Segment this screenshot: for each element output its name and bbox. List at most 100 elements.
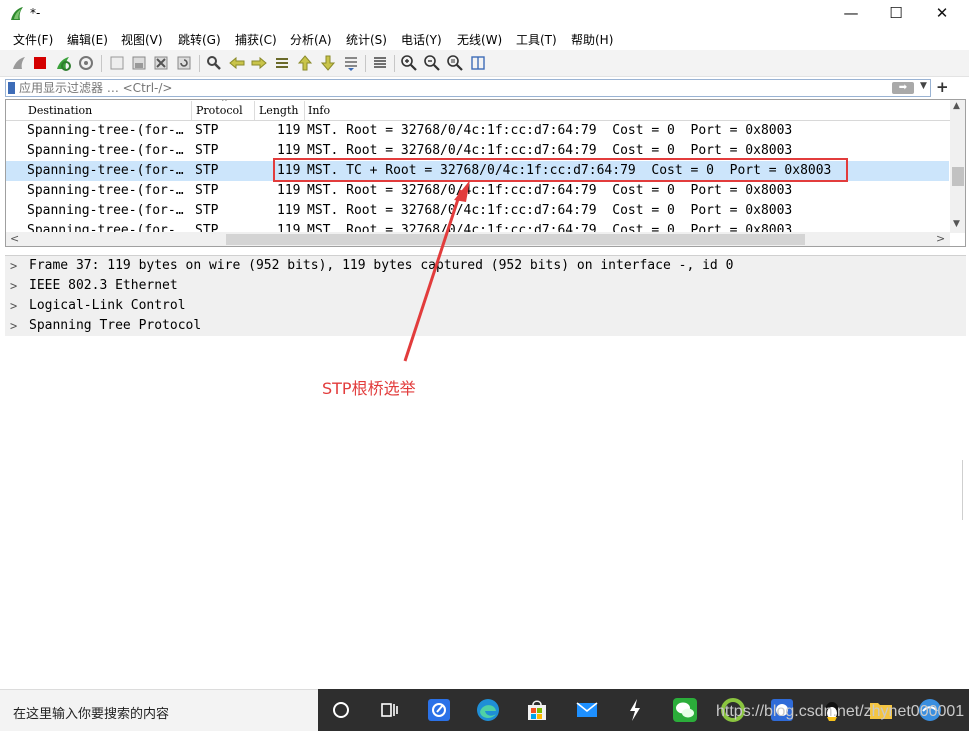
- scroll-up-arrow-icon[interactable]: ▲: [953, 101, 960, 111]
- menu-edit[interactable]: 编辑(E): [67, 31, 108, 48]
- detail-tree-label: IEEE 802.3 Ethernet: [29, 278, 178, 293]
- cortana-circle-icon[interactable]: [328, 697, 354, 723]
- add-filter-button[interactable]: +: [936, 78, 949, 96]
- taskbar-search-box[interactable]: 在这里输入你要搜索的内容: [0, 689, 318, 731]
- zoom-out-icon[interactable]: [423, 54, 441, 72]
- store-icon[interactable]: [524, 697, 550, 723]
- find-packet-icon[interactable]: [205, 54, 223, 72]
- menu-view[interactable]: 视图(V): [121, 31, 163, 48]
- column-length[interactable]: Length: [259, 104, 298, 117]
- menu-file[interactable]: 文件(F): [13, 31, 53, 48]
- edit-app-icon[interactable]: [426, 697, 452, 723]
- detail-tree-item-frame[interactable]: > Frame 37: 119 bytes on wire (952 bits)…: [5, 256, 966, 276]
- go-first-icon[interactable]: [296, 54, 314, 72]
- detail-tree-label: Frame 37: 119 bytes on wire (952 bits), …: [29, 258, 734, 273]
- expand-arrow-icon[interactable]: >: [10, 276, 17, 296]
- column-divider[interactable]: [254, 101, 255, 120]
- reload-file-icon[interactable]: [175, 54, 193, 72]
- go-forward-icon[interactable]: [250, 54, 268, 72]
- go-back-icon[interactable]: [228, 54, 246, 72]
- wechat-icon[interactable]: [672, 697, 698, 723]
- menu-telephony[interactable]: 电话(Y): [401, 31, 442, 48]
- apply-filter-button[interactable]: ➡: [892, 82, 914, 94]
- menu-statistics[interactable]: 统计(S): [346, 31, 387, 48]
- packet-info: MST. Root = 32768/0/4c:1f:cc:d7:64:79 Co…: [307, 203, 793, 218]
- open-file-icon[interactable]: [108, 54, 126, 72]
- toolbar-separator: [365, 55, 366, 72]
- maximize-button[interactable]: ☐: [873, 2, 919, 26]
- column-info[interactable]: Info: [308, 104, 330, 117]
- filter-history-dropdown[interactable]: ▼: [920, 81, 927, 91]
- scroll-down-arrow-icon[interactable]: ▼: [953, 219, 960, 229]
- zoom-in-icon[interactable]: [400, 54, 418, 72]
- title-bar: *- — ☐ ✕: [0, 0, 969, 28]
- close-window-button[interactable]: ✕: [919, 2, 965, 26]
- mail-icon[interactable]: [574, 697, 600, 723]
- menu-tools[interactable]: 工具(T): [516, 31, 557, 48]
- packet-list-header: Destination Protocol ^ Length Info: [6, 100, 950, 121]
- column-divider[interactable]: [191, 101, 192, 120]
- bookmark-icon[interactable]: [8, 82, 15, 94]
- packet-info: MST. Root = 32768/0/4c:1f:cc:d7:64:79 Co…: [307, 183, 793, 198]
- autoscroll-icon[interactable]: [342, 54, 360, 72]
- detail-tree-item-stp[interactable]: > Spanning Tree Protocol: [5, 316, 966, 336]
- vertical-scroll-thumb[interactable]: [952, 167, 964, 186]
- packet-protocol: STP: [195, 203, 219, 218]
- minimize-button[interactable]: —: [828, 2, 874, 26]
- go-last-icon[interactable]: [319, 54, 337, 72]
- packet-length: 119: [277, 203, 301, 218]
- horizontal-scroll-thumb[interactable]: [226, 234, 805, 245]
- expand-arrow-icon[interactable]: >: [10, 256, 17, 276]
- close-file-icon[interactable]: [152, 54, 170, 72]
- capture-options-icon[interactable]: [77, 54, 95, 72]
- packet-info: MST. Root = 32768/0/4c:1f:cc:d7:64:79 Co…: [307, 123, 793, 138]
- menu-go[interactable]: 跳转(G): [178, 31, 221, 48]
- menu-bar: 文件(F) 编辑(E) 视图(V) 跳转(G) 捕获(C) 分析(A) 统计(S…: [0, 28, 969, 50]
- menu-wireless[interactable]: 无线(W): [457, 31, 502, 48]
- packet-destination: Spanning-tree-(for-…: [27, 123, 184, 138]
- packet-list-vertical-scrollbar[interactable]: ▲ ▼: [950, 100, 965, 233]
- detail-tree-item-ethernet[interactable]: > IEEE 802.3 Ethernet: [5, 276, 966, 296]
- column-divider[interactable]: [304, 101, 305, 120]
- menu-help[interactable]: 帮助(H): [571, 31, 613, 48]
- toolbar-separator: [199, 55, 200, 72]
- packet-protocol: STP: [195, 163, 219, 178]
- menu-capture[interactable]: 捕获(C): [235, 31, 277, 48]
- expand-arrow-icon[interactable]: >: [10, 316, 17, 336]
- save-file-icon[interactable]: [130, 54, 148, 72]
- task-view-icon[interactable]: [376, 697, 402, 723]
- toolbar-separator: [101, 55, 102, 72]
- resize-columns-icon[interactable]: [469, 54, 487, 72]
- scroll-left-arrow-icon[interactable]: <: [10, 232, 19, 245]
- zoom-normal-icon[interactable]: [446, 54, 464, 72]
- watermark-text: https://blog.csdn.net/zhynet000001: [716, 703, 965, 720]
- colorize-icon[interactable]: [371, 54, 389, 72]
- detail-tree-item-llc[interactable]: > Logical-Link Control: [5, 296, 966, 316]
- column-destination[interactable]: Destination: [28, 104, 92, 117]
- packet-protocol: STP: [195, 123, 219, 138]
- lightning-app-icon[interactable]: [622, 697, 648, 723]
- packet-list-horizontal-scrollbar[interactable]: < >: [6, 232, 950, 246]
- edge-browser-icon[interactable]: [475, 697, 501, 723]
- column-protocol[interactable]: Protocol: [196, 104, 243, 117]
- display-filter-input[interactable]: [19, 80, 879, 96]
- packet-details-pane: > Frame 37: 119 bytes on wire (952 bits)…: [5, 255, 966, 690]
- packet-row[interactable]: Spanning-tree-(for-… STP 119 MST. Root =…: [6, 201, 949, 221]
- restart-capture-icon[interactable]: [54, 54, 72, 72]
- packet-destination: Spanning-tree-(for-…: [27, 203, 184, 218]
- annotation-highlight-box: [273, 158, 848, 182]
- main-toolbar: [0, 50, 969, 77]
- taskbar-search-text: 在这里输入你要搜索的内容: [13, 707, 170, 722]
- shark-fin-start-icon[interactable]: [10, 54, 28, 72]
- scroll-right-arrow-icon[interactable]: >: [936, 232, 945, 245]
- expand-arrow-icon[interactable]: >: [10, 296, 17, 316]
- packet-length: 119: [277, 123, 301, 138]
- packet-destination: Spanning-tree-(for-…: [27, 163, 184, 178]
- go-to-packet-icon[interactable]: [273, 54, 291, 72]
- annotation-label: STP根桥选举: [322, 379, 416, 398]
- menu-analyze[interactable]: 分析(A): [290, 31, 332, 48]
- packet-row[interactable]: Spanning-tree-(for-… STP 119 MST. Root =…: [6, 121, 949, 141]
- packet-row[interactable]: Spanning-tree-(for-… STP 119 MST. Root =…: [6, 181, 949, 201]
- stop-capture-icon[interactable]: [31, 54, 49, 72]
- toolbar-separator: [394, 55, 395, 72]
